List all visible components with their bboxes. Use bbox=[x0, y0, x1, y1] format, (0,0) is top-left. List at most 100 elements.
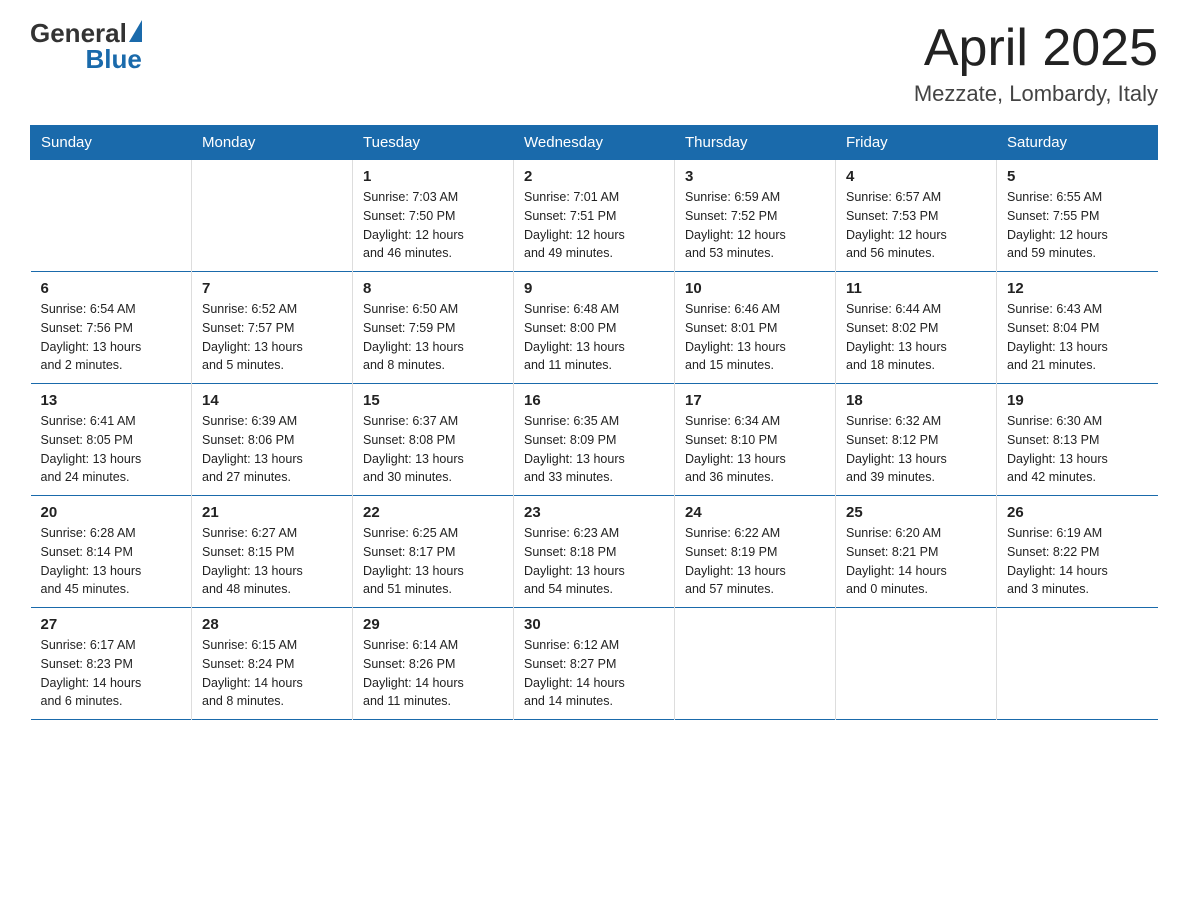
calendar-cell: 27 Sunrise: 6:17 AM Sunset: 8:23 PM Dayli… bbox=[31, 608, 192, 720]
day-info: Sunrise: 6:37 AM Sunset: 8:08 PM Dayligh… bbox=[363, 412, 503, 487]
day-number: 26 bbox=[1007, 504, 1148, 521]
day-info: Sunrise: 6:19 AM Sunset: 8:22 PM Dayligh… bbox=[1007, 524, 1148, 599]
calendar-cell: 17 Sunrise: 6:34 AM Sunset: 8:10 PM Dayli… bbox=[675, 384, 836, 496]
day-number: 12 bbox=[1007, 280, 1148, 297]
weekday-tuesday: Tuesday bbox=[353, 126, 514, 160]
calendar-cell: 16 Sunrise: 6:35 AM Sunset: 8:09 PM Dayli… bbox=[514, 384, 675, 496]
calendar-cell: 21 Sunrise: 6:27 AM Sunset: 8:15 PM Dayli… bbox=[192, 496, 353, 608]
week-row-3: 13 Sunrise: 6:41 AM Sunset: 8:05 PM Dayli… bbox=[31, 384, 1158, 496]
calendar-cell: 3Sunrise: 6:59 AM Sunset: 7:52 PM Daylig… bbox=[675, 160, 836, 272]
calendar-cell bbox=[836, 608, 997, 720]
day-number: 10 bbox=[685, 280, 825, 297]
day-number: 11 bbox=[846, 280, 986, 297]
day-info: Sunrise: 6:54 AM Sunset: 7:56 PM Dayligh… bbox=[41, 300, 182, 375]
day-info: Sunrise: 6:39 AM Sunset: 8:06 PM Dayligh… bbox=[202, 412, 342, 487]
day-info: Sunrise: 6:22 AM Sunset: 8:19 PM Dayligh… bbox=[685, 524, 825, 599]
weekday-row: SundayMondayTuesdayWednesdayThursdayFrid… bbox=[31, 126, 1158, 160]
calendar-cell: 9 Sunrise: 6:48 AM Sunset: 8:00 PM Daylig… bbox=[514, 272, 675, 384]
day-info: Sunrise: 6:14 AM Sunset: 8:26 PM Dayligh… bbox=[363, 636, 503, 711]
page-subtitle: Mezzate, Lombardy, Italy bbox=[914, 81, 1158, 107]
weekday-thursday: Thursday bbox=[675, 126, 836, 160]
calendar-table: SundayMondayTuesdayWednesdayThursdayFrid… bbox=[30, 125, 1158, 720]
day-info: Sunrise: 6:55 AM Sunset: 7:55 PM Dayligh… bbox=[1007, 188, 1148, 263]
day-info: Sunrise: 6:34 AM Sunset: 8:10 PM Dayligh… bbox=[685, 412, 825, 487]
day-number: 3 bbox=[685, 168, 825, 185]
day-info: Sunrise: 6:30 AM Sunset: 8:13 PM Dayligh… bbox=[1007, 412, 1148, 487]
calendar-cell: 6Sunrise: 6:54 AM Sunset: 7:56 PM Daylig… bbox=[31, 272, 192, 384]
day-number: 27 bbox=[41, 616, 182, 633]
logo-blue: Blue bbox=[85, 44, 141, 74]
calendar-cell: 19 Sunrise: 6:30 AM Sunset: 8:13 PM Dayli… bbox=[997, 384, 1158, 496]
day-number: 24 bbox=[685, 504, 825, 521]
day-number: 2 bbox=[524, 168, 664, 185]
logo-triangle-icon bbox=[129, 20, 142, 42]
page-title: April 2025 bbox=[914, 20, 1158, 77]
calendar-cell: 11Sunrise: 6:44 AM Sunset: 8:02 PM Dayli… bbox=[836, 272, 997, 384]
calendar-header: SundayMondayTuesdayWednesdayThursdayFrid… bbox=[31, 126, 1158, 160]
title-block: April 2025 Mezzate, Lombardy, Italy bbox=[914, 20, 1158, 107]
day-info: Sunrise: 6:27 AM Sunset: 8:15 PM Dayligh… bbox=[202, 524, 342, 599]
day-number: 16 bbox=[524, 392, 664, 409]
day-info: Sunrise: 6:41 AM Sunset: 8:05 PM Dayligh… bbox=[41, 412, 182, 487]
calendar-cell: 22Sunrise: 6:25 AM Sunset: 8:17 PM Dayli… bbox=[353, 496, 514, 608]
day-number: 30 bbox=[524, 616, 664, 633]
day-number: 20 bbox=[41, 504, 182, 521]
week-row-2: 6Sunrise: 6:54 AM Sunset: 7:56 PM Daylig… bbox=[31, 272, 1158, 384]
day-number: 9 bbox=[524, 280, 664, 297]
weekday-friday: Friday bbox=[836, 126, 997, 160]
day-info: Sunrise: 6:32 AM Sunset: 8:12 PM Dayligh… bbox=[846, 412, 986, 487]
weekday-saturday: Saturday bbox=[997, 126, 1158, 160]
day-info: Sunrise: 6:35 AM Sunset: 8:09 PM Dayligh… bbox=[524, 412, 664, 487]
day-number: 4 bbox=[846, 168, 986, 185]
day-number: 17 bbox=[685, 392, 825, 409]
calendar-cell: 20 Sunrise: 6:28 AM Sunset: 8:14 PM Dayli… bbox=[31, 496, 192, 608]
day-number: 14 bbox=[202, 392, 342, 409]
calendar-cell: 29Sunrise: 6:14 AM Sunset: 8:26 PM Dayli… bbox=[353, 608, 514, 720]
day-info: Sunrise: 6:46 AM Sunset: 8:01 PM Dayligh… bbox=[685, 300, 825, 375]
calendar-cell: 14 Sunrise: 6:39 AM Sunset: 8:06 PM Dayli… bbox=[192, 384, 353, 496]
calendar-body: 1 Sunrise: 7:03 AM Sunset: 7:50 PM Daylig… bbox=[31, 160, 1158, 720]
calendar-cell bbox=[675, 608, 836, 720]
weekday-monday: Monday bbox=[192, 126, 353, 160]
calendar-cell: 30 Sunrise: 6:12 AM Sunset: 8:27 PM Dayli… bbox=[514, 608, 675, 720]
day-number: 18 bbox=[846, 392, 986, 409]
day-info: Sunrise: 6:25 AM Sunset: 8:17 PM Dayligh… bbox=[363, 524, 503, 599]
day-info: Sunrise: 6:43 AM Sunset: 8:04 PM Dayligh… bbox=[1007, 300, 1148, 375]
calendar-cell: 26 Sunrise: 6:19 AM Sunset: 8:22 PM Dayli… bbox=[997, 496, 1158, 608]
calendar-cell: 24 Sunrise: 6:22 AM Sunset: 8:19 PM Dayli… bbox=[675, 496, 836, 608]
day-number: 1 bbox=[363, 168, 503, 185]
week-row-1: 1 Sunrise: 7:03 AM Sunset: 7:50 PM Daylig… bbox=[31, 160, 1158, 272]
day-number: 13 bbox=[41, 392, 182, 409]
day-number: 21 bbox=[202, 504, 342, 521]
day-info: Sunrise: 6:48 AM Sunset: 8:00 PM Dayligh… bbox=[524, 300, 664, 375]
day-info: Sunrise: 6:12 AM Sunset: 8:27 PM Dayligh… bbox=[524, 636, 664, 711]
day-info: Sunrise: 6:17 AM Sunset: 8:23 PM Dayligh… bbox=[41, 636, 182, 711]
calendar-cell: 4 Sunrise: 6:57 AM Sunset: 7:53 PM Daylig… bbox=[836, 160, 997, 272]
day-number: 19 bbox=[1007, 392, 1148, 409]
calendar-cell bbox=[997, 608, 1158, 720]
day-number: 15 bbox=[363, 392, 503, 409]
day-info: Sunrise: 6:57 AM Sunset: 7:53 PM Dayligh… bbox=[846, 188, 986, 263]
calendar-cell: 7Sunrise: 6:52 AM Sunset: 7:57 PM Daylig… bbox=[192, 272, 353, 384]
page-header: General Blue April 2025 Mezzate, Lombard… bbox=[30, 20, 1158, 107]
calendar-cell: 25Sunrise: 6:20 AM Sunset: 8:21 PM Dayli… bbox=[836, 496, 997, 608]
logo: General Blue bbox=[30, 20, 142, 72]
calendar-cell: 5Sunrise: 6:55 AM Sunset: 7:55 PM Daylig… bbox=[997, 160, 1158, 272]
day-info: Sunrise: 7:03 AM Sunset: 7:50 PM Dayligh… bbox=[363, 188, 503, 263]
calendar-cell: 18 Sunrise: 6:32 AM Sunset: 8:12 PM Dayli… bbox=[836, 384, 997, 496]
calendar-cell: 2Sunrise: 7:01 AM Sunset: 7:51 PM Daylig… bbox=[514, 160, 675, 272]
day-info: Sunrise: 6:20 AM Sunset: 8:21 PM Dayligh… bbox=[846, 524, 986, 599]
calendar-cell bbox=[192, 160, 353, 272]
week-row-4: 20 Sunrise: 6:28 AM Sunset: 8:14 PM Dayli… bbox=[31, 496, 1158, 608]
day-info: Sunrise: 6:15 AM Sunset: 8:24 PM Dayligh… bbox=[202, 636, 342, 711]
calendar-cell bbox=[31, 160, 192, 272]
day-number: 7 bbox=[202, 280, 342, 297]
calendar-cell: 1 Sunrise: 7:03 AM Sunset: 7:50 PM Daylig… bbox=[353, 160, 514, 272]
week-row-5: 27 Sunrise: 6:17 AM Sunset: 8:23 PM Dayli… bbox=[31, 608, 1158, 720]
day-info: Sunrise: 6:28 AM Sunset: 8:14 PM Dayligh… bbox=[41, 524, 182, 599]
day-info: Sunrise: 6:23 AM Sunset: 8:18 PM Dayligh… bbox=[524, 524, 664, 599]
calendar-cell: 13 Sunrise: 6:41 AM Sunset: 8:05 PM Dayli… bbox=[31, 384, 192, 496]
logo-general: General bbox=[30, 20, 127, 46]
day-info: Sunrise: 6:50 AM Sunset: 7:59 PM Dayligh… bbox=[363, 300, 503, 375]
calendar-cell: 23Sunrise: 6:23 AM Sunset: 8:18 PM Dayli… bbox=[514, 496, 675, 608]
